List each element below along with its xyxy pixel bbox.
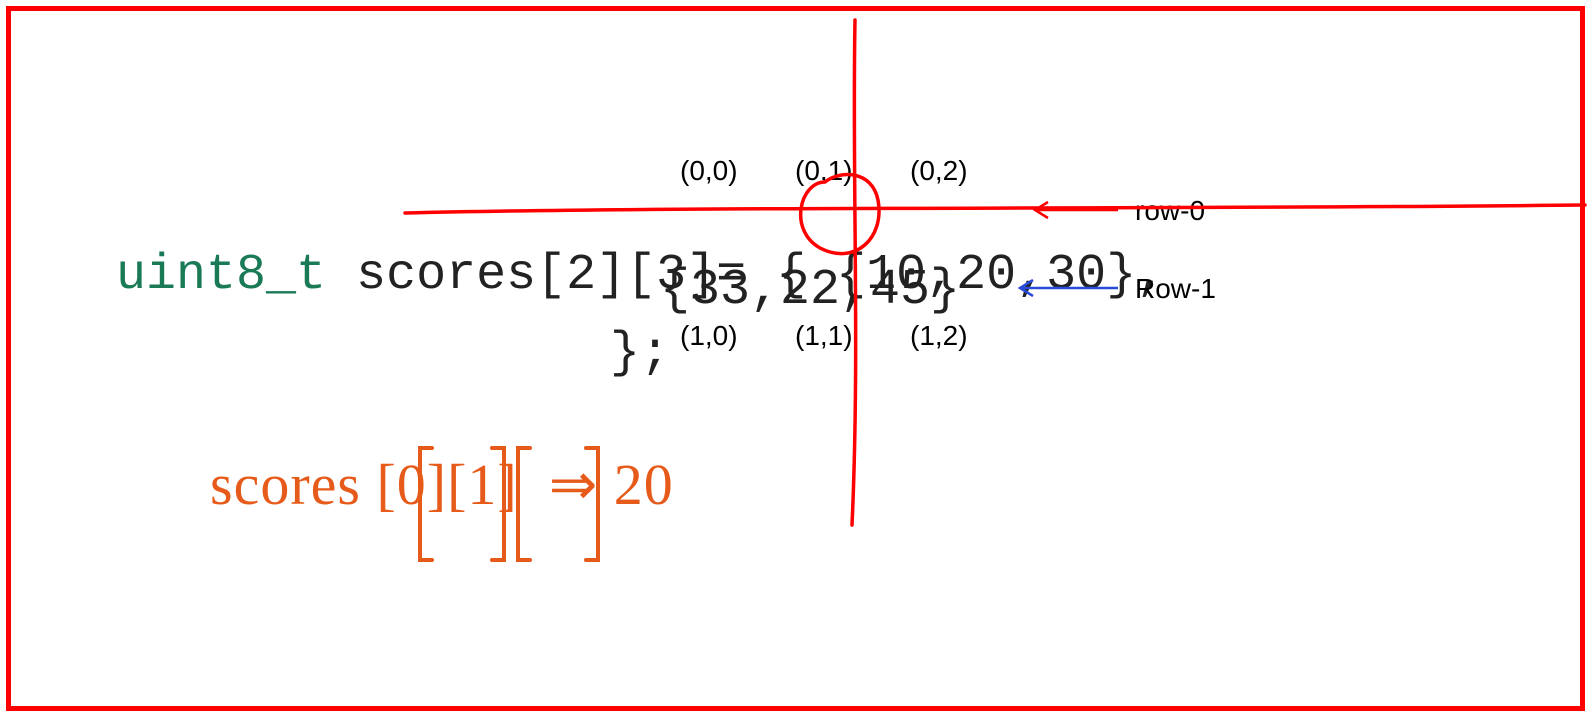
index-0-0: (0,0) xyxy=(680,155,738,187)
index-0-2: (0,2) xyxy=(910,155,968,187)
label-row-1: Row-1 xyxy=(1135,273,1216,305)
index-1-1: (1,1) xyxy=(795,320,853,352)
diagram-frame xyxy=(6,6,1585,711)
keyword-uint8t: uint8_t xyxy=(116,247,326,304)
index-1-0: (1,0) xyxy=(680,320,738,352)
handwritten-expression: scores [0][1] ⇒ 20 xyxy=(210,450,674,518)
label-row-0: row-0 xyxy=(1135,195,1205,227)
code-line-1: uint8_t scores[2][3]= { {10,20,30}, xyxy=(56,190,1166,304)
code-line-2: {33,22,45} xyxy=(660,262,960,319)
index-1-2: (1,2) xyxy=(910,320,968,352)
index-0-1: (0,1) xyxy=(795,155,853,187)
code-line-3: }; xyxy=(610,325,670,382)
